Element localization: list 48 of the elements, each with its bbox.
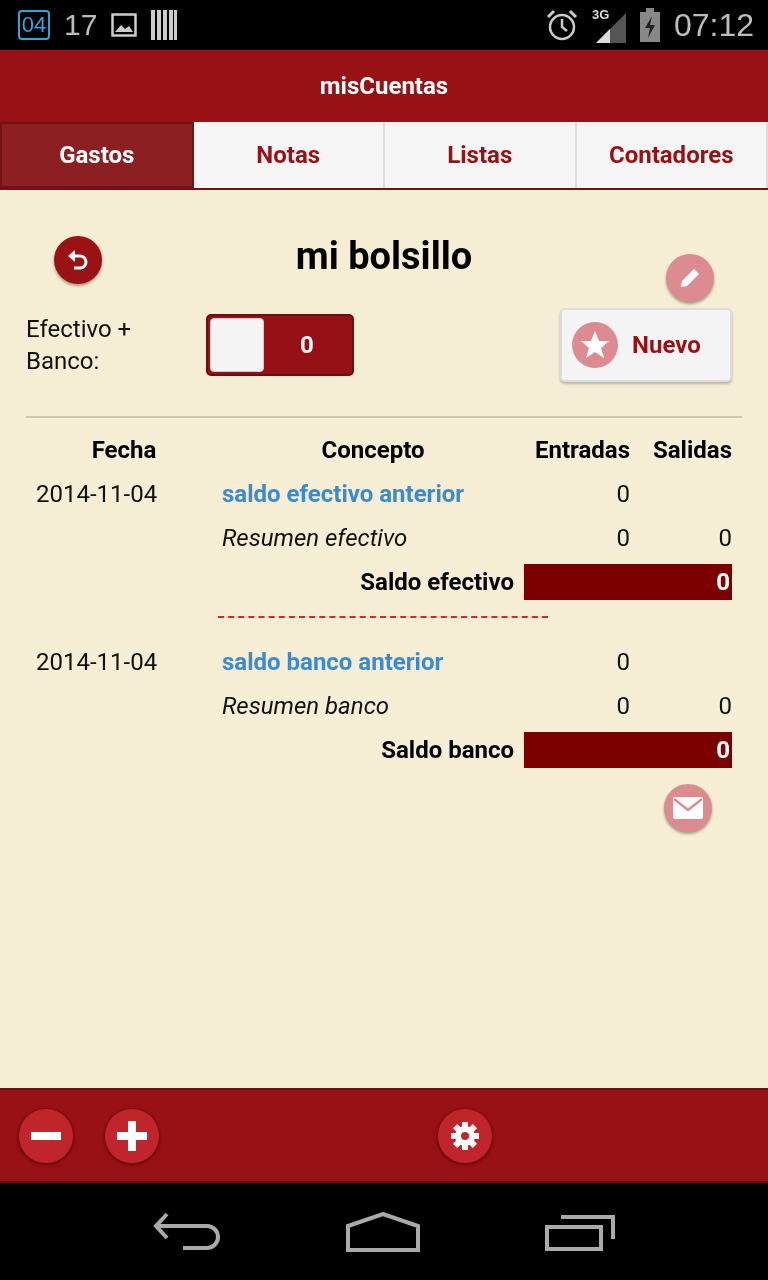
network-label: 3G (591, 7, 610, 22)
settings-button[interactable] (437, 1107, 493, 1164)
settings-icon (450, 1120, 480, 1151)
income-cell: 0 (616, 524, 630, 552)
toggle-switch[interactable]: 0 (206, 314, 354, 376)
recent-apps-icon[interactable] (545, 1212, 616, 1251)
account-title: mi bolsillo (295, 234, 473, 278)
balance-value: 0 (524, 732, 732, 768)
app-title: misCuentas (319, 72, 449, 100)
tab[interactable]: Gastos (0, 122, 194, 188)
income-cell: 0 (616, 692, 630, 720)
expense-cell: 0 (718, 692, 732, 720)
clock-time: 07:12 (673, 6, 754, 44)
remove-button[interactable] (18, 1107, 74, 1164)
add-button[interactable] (104, 1107, 160, 1164)
expense-cell: 0 (718, 524, 732, 552)
image-icon (111, 13, 138, 37)
new-button[interactable]: Nuevo (560, 308, 732, 382)
tab[interactable]: Listas (385, 122, 577, 188)
toggle-label: Efectivo + Banco: (26, 314, 133, 377)
summary-label: Resumen efectivo (222, 524, 409, 552)
minus-icon (31, 1131, 61, 1140)
alarm-icon (545, 9, 578, 41)
date-cell-text: 2014-11-04 (35, 480, 159, 508)
column-header: Concepto (321, 436, 425, 464)
column-header: Fecha (91, 436, 157, 464)
tab[interactable]: Notas (193, 122, 385, 188)
plus-icon (117, 1120, 147, 1151)
income-cell: 0 (616, 648, 630, 676)
summary-label: Resumen banco (222, 692, 391, 720)
barcode-icon (151, 10, 178, 40)
notification-count: 17 (64, 8, 98, 42)
column-header: Entradas (535, 436, 630, 464)
balance-label: Saldo efectivo (360, 568, 515, 596)
date-cell-text: 2014-11-04 (35, 648, 159, 676)
home-icon[interactable] (346, 1211, 420, 1252)
email-button[interactable] (664, 784, 712, 832)
calendar-icon: 04 (18, 10, 50, 40)
edit-button[interactable] (666, 254, 714, 302)
envelope-icon (673, 797, 703, 819)
undo-button[interactable] (54, 236, 102, 284)
column-header: Salidas (653, 436, 732, 464)
back-icon[interactable] (152, 1211, 221, 1252)
battery-icon (639, 8, 660, 42)
tab[interactable]: Contadores (576, 122, 768, 188)
balance-label: Saldo banco (381, 736, 515, 764)
income-cell: 0 (616, 480, 630, 508)
balance-value: 0 (524, 564, 732, 600)
